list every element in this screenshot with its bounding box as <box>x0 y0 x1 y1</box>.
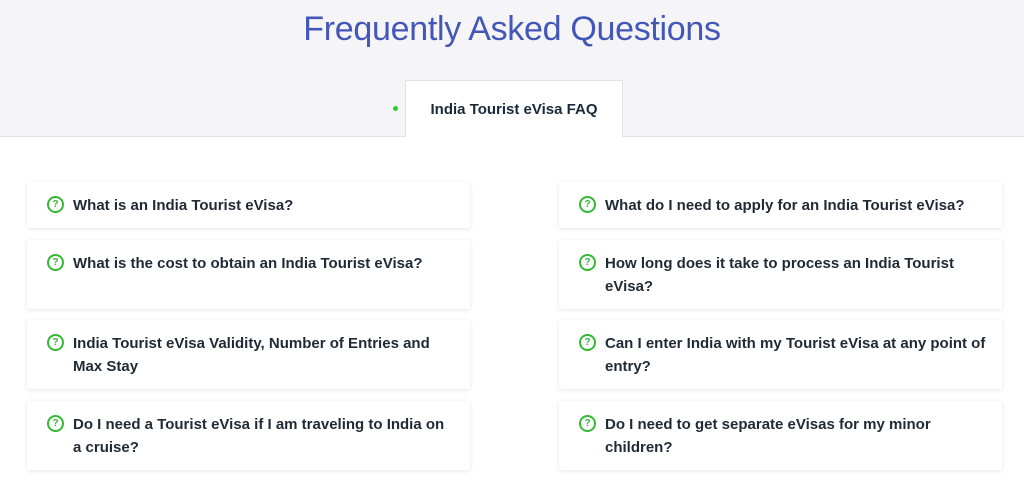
faq-question: Do I need a Tourist eVisa if I am travel… <box>73 416 445 456</box>
faq-item[interactable]: ? What is an India Tourist eVisa? <box>27 182 470 228</box>
faq-question: What is an India Tourist eVisa? <box>73 197 294 214</box>
question-circle-icon: ? <box>47 415 64 432</box>
question-circle-icon: ? <box>579 415 596 432</box>
faq-item[interactable]: ? How long does it take to process an In… <box>559 240 1002 309</box>
faq-question: India Tourist eVisa Validity, Number of … <box>73 335 430 375</box>
faq-item[interactable]: ? Do I need a Tourist eVisa if I am trav… <box>27 401 470 470</box>
faq-question: Do I need to get separate eVisas for my … <box>605 416 931 456</box>
faq-item[interactable]: ? India Tourist eVisa Validity, Number o… <box>27 320 470 389</box>
faq-question: Can I enter India with my Tourist eVisa … <box>605 335 986 375</box>
question-circle-icon: ? <box>579 334 596 351</box>
question-circle-icon: ? <box>47 196 64 213</box>
tab-indicator-dot <box>393 106 398 111</box>
question-circle-icon: ? <box>579 254 596 271</box>
faq-question: What is the cost to obtain an India Tour… <box>73 255 423 272</box>
faq-item[interactable]: ? Can I enter India with my Tourist eVis… <box>559 320 1002 389</box>
faq-item[interactable]: ? Do I need to get separate eVisas for m… <box>559 401 1002 470</box>
question-circle-icon: ? <box>47 334 64 351</box>
faq-item[interactable]: ? What do I need to apply for an India T… <box>559 182 1002 228</box>
faq-question: How long does it take to process an Indi… <box>605 255 954 295</box>
faq-question: What do I need to apply for an India Tou… <box>605 197 965 214</box>
question-circle-icon: ? <box>47 254 64 271</box>
question-circle-icon: ? <box>579 196 596 213</box>
page-title: Frequently Asked Questions <box>303 10 721 48</box>
faq-item[interactable]: ? What is the cost to obtain an India To… <box>27 240 470 309</box>
tab-india-tourist-evisa-faq[interactable]: India Tourist eVisa FAQ <box>405 80 623 137</box>
